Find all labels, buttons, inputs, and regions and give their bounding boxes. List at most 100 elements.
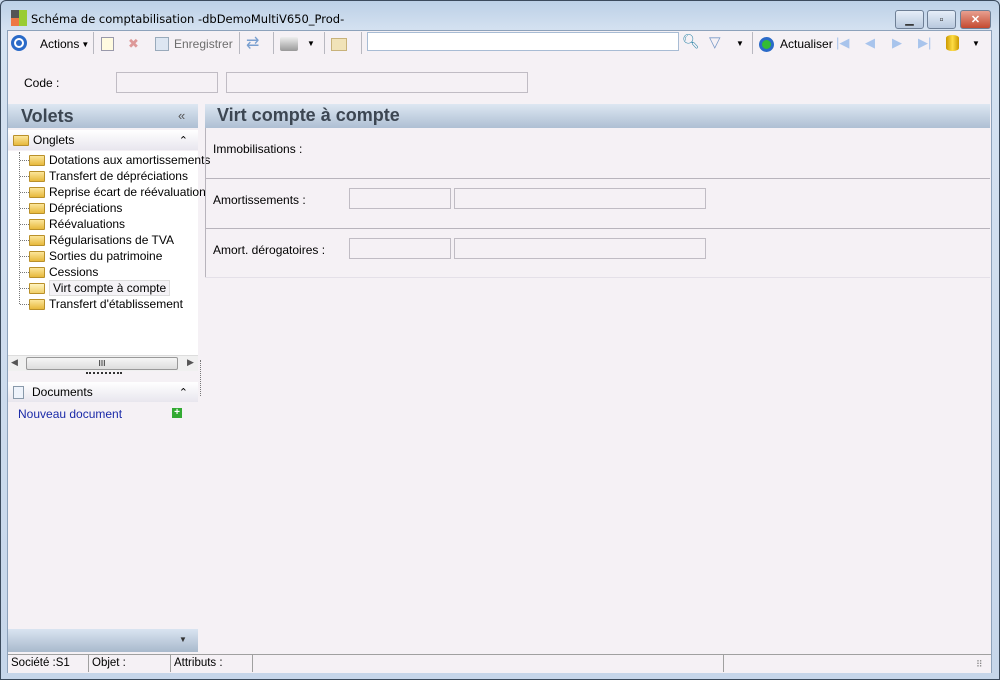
sidebar-item-label: Cessions — [49, 265, 99, 279]
status-empty — [253, 655, 724, 672]
sidebar-item-label: Réévaluations — [49, 217, 126, 231]
amortissements-label: Amortissements : — [213, 193, 306, 207]
chevron-up-icon[interactable]: ⌃ — [179, 134, 188, 147]
sidebar-item-label: Transfert d'établissement — [49, 297, 183, 311]
tree-line — [20, 272, 29, 273]
sidebar-bottom-bar: ▼ — [8, 629, 198, 652]
refresh-button[interactable]: Actualiser — [759, 34, 833, 54]
documents-header[interactable]: Documents ⌃ — [8, 382, 198, 402]
code-description-input[interactable] — [226, 72, 528, 93]
folder-icon — [29, 234, 45, 246]
folder-icon — [29, 154, 45, 166]
filter-icon[interactable]: ▽ — [709, 33, 721, 51]
sidebar-item[interactable]: Virt compte à compte — [29, 280, 171, 296]
delete-icon[interactable]: ✖ — [128, 36, 139, 52]
folder-icon[interactable] — [331, 38, 347, 51]
separator — [324, 32, 325, 54]
sidebar-item-label: Sorties du patrimoine — [49, 249, 163, 263]
scroll-right-icon[interactable]: ▶ — [187, 357, 194, 368]
sidebar-item[interactable]: Sorties du patrimoine — [29, 248, 162, 264]
save-button[interactable]: Enregistrer — [155, 34, 233, 54]
resize-grip-icon[interactable]: ⠿ — [976, 659, 983, 670]
window-title: Schéma de comptabilisation -dbDemoMultiV… — [31, 12, 345, 26]
sidebar-item-label: Virt compte à compte — [49, 280, 171, 296]
amort-derogatoires-label: Amort. dérogatoires : — [213, 243, 326, 257]
tree-line — [20, 224, 29, 225]
amortissements-description-input[interactable] — [454, 188, 706, 209]
sidebar-item[interactable]: Dotations aux amortissements — [29, 152, 210, 168]
sidebar-item[interactable]: Régularisations de TVA — [29, 232, 174, 248]
code-input[interactable] — [116, 72, 218, 93]
search-input[interactable] — [367, 32, 679, 51]
scroll-left-icon[interactable]: ◀ — [11, 357, 18, 368]
chevron-up-icon[interactable]: ⌃ — [179, 386, 188, 399]
separator — [752, 32, 753, 54]
status-societe: Société :S1 — [8, 655, 89, 672]
scroll-thumb[interactable]: III — [26, 357, 178, 370]
splitter-grip[interactable] — [86, 372, 122, 374]
sidebar-item[interactable]: Cessions — [29, 264, 98, 280]
search-icon[interactable]: 🔍︎ — [682, 33, 700, 50]
amort-derogatoires-description-input[interactable] — [454, 238, 706, 259]
tabs-header[interactable]: Onglets ⌃ — [8, 130, 198, 150]
code-label: Code : — [24, 76, 60, 90]
folder-icon — [13, 134, 29, 146]
section-amortissements: Amortissements : — [205, 178, 990, 229]
sidebar-title-text: Volets — [21, 106, 74, 126]
previous-record-icon[interactable]: ◀ — [865, 35, 875, 51]
refresh-icon — [759, 36, 774, 52]
document-icon — [13, 385, 24, 399]
sidebar-item[interactable]: Transfert de dépréciations — [29, 168, 188, 184]
next-record-icon[interactable]: ▶ — [892, 35, 902, 51]
folder-icon — [29, 298, 45, 310]
actions-menu[interactable]: Actions ▼ — [40, 34, 89, 54]
last-record-icon[interactable]: ▶| — [918, 35, 931, 51]
collapse-sidebar-icon[interactable]: « — [178, 108, 185, 123]
database-dropdown-icon[interactable]: ▼ — [972, 39, 980, 48]
minimize-button[interactable]: ▁ — [895, 10, 924, 29]
sidebar-item[interactable]: Dépréciations — [29, 200, 122, 216]
tree-line — [20, 192, 29, 193]
sidebar-item-label: Dépréciations — [49, 201, 123, 215]
sync-icon[interactable]: ⇄ — [246, 33, 259, 53]
tree-line — [20, 304, 29, 305]
new-document-link[interactable]: Nouveau document — [18, 407, 122, 421]
sidebar-item[interactable]: Réévaluations — [29, 216, 125, 232]
sidebar-item[interactable]: Transfert d'établissement — [29, 296, 183, 312]
save-label: Enregistrer — [174, 37, 233, 51]
separator — [93, 32, 94, 54]
divider — [205, 277, 990, 278]
database-icon[interactable] — [946, 35, 959, 51]
chevron-down-icon[interactable]: ▼ — [179, 635, 187, 644]
home-icon[interactable] — [11, 35, 27, 51]
first-record-icon[interactable]: |◀ — [836, 35, 849, 51]
vertical-splitter[interactable] — [200, 360, 201, 396]
amortissements-code-input[interactable] — [349, 188, 451, 209]
tree-line — [20, 208, 29, 209]
filter-dropdown-icon[interactable]: ▼ — [736, 39, 744, 48]
status-objet: Objet : — [89, 655, 171, 672]
refresh-label: Actualiser — [780, 37, 833, 51]
actions-label: Actions — [40, 37, 80, 51]
horizontal-scrollbar[interactable]: ◀ III ▶ — [8, 355, 198, 371]
amort-derogatoires-code-input[interactable] — [349, 238, 451, 259]
print-icon[interactable] — [280, 37, 298, 51]
print-dropdown-icon[interactable]: ▼ — [307, 39, 315, 48]
page-title-text: Virt compte à compte — [217, 105, 400, 125]
new-icon[interactable] — [101, 37, 114, 51]
folder-icon — [29, 170, 45, 182]
tree-line — [20, 160, 29, 161]
sidebar-item[interactable]: Reprise écart de réévaluation — [29, 184, 206, 200]
page-title: Virt compte à compte — [205, 104, 990, 128]
close-button[interactable]: ✕ — [960, 10, 991, 29]
add-icon[interactable]: + — [172, 408, 182, 418]
sidebar-item-label: Transfert de dépréciations — [49, 169, 188, 183]
maximize-button[interactable]: ▫ — [927, 10, 956, 29]
tree-line — [20, 240, 29, 241]
documents-header-label: Documents — [32, 385, 93, 399]
separator — [239, 32, 240, 54]
sidebar-item-label: Dotations aux amortissements — [49, 153, 211, 167]
section-immobilisations: Immobilisations : — [205, 128, 990, 179]
separator — [361, 32, 362, 54]
status-attributs: Attributs : — [171, 655, 253, 672]
